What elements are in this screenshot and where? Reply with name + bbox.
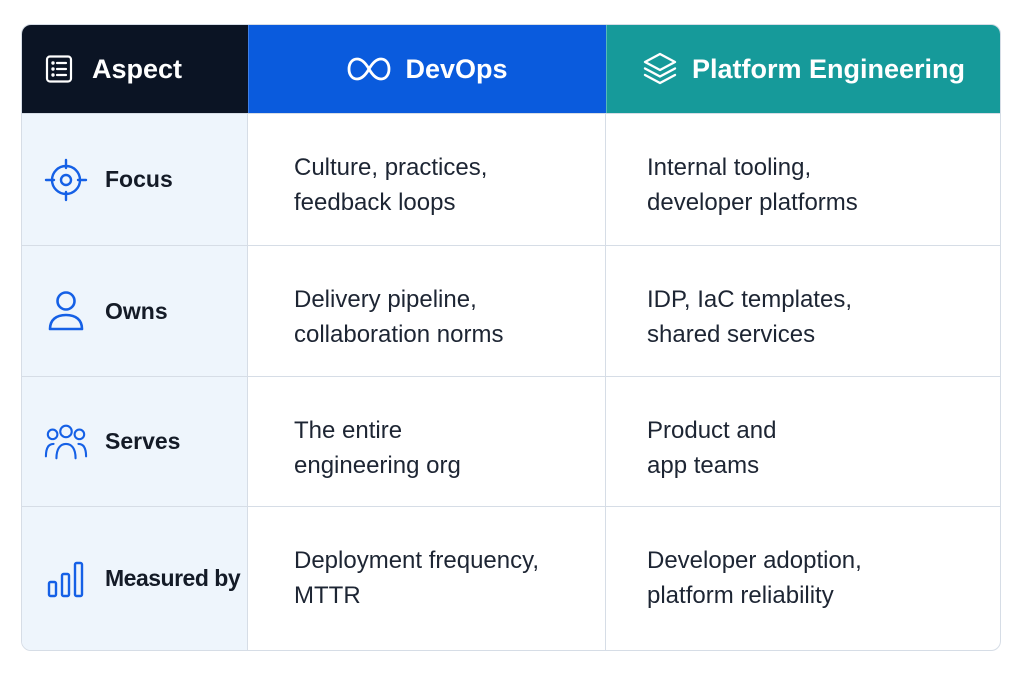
header-platform: Platform Engineering <box>606 25 1000 113</box>
row-label-text: Owns <box>105 297 168 324</box>
cell-line: Delivery pipeline, <box>294 286 477 313</box>
cell-line: engineering org <box>294 452 461 479</box>
devops-owns-cell: Delivery pipeline, collaboration norms <box>248 245 606 376</box>
cell-line: collaboration norms <box>294 321 504 348</box>
row-label-text: Focus <box>105 166 173 192</box>
row-label-owns: Owns <box>22 245 248 376</box>
infinity-icon <box>347 56 391 82</box>
cell-line: platform reliability <box>647 582 834 609</box>
bar-chart-icon <box>44 558 88 600</box>
row-label-focus: Focus <box>22 113 248 245</box>
cell-line: Culture, practices, <box>294 154 488 181</box>
platform-measured-cell: Developer adoption, platform reliability <box>606 506 1000 650</box>
cell-line: Developer adoption, <box>647 547 862 574</box>
cell-line: Deployment frequency, <box>294 547 540 574</box>
row-label-text: Serves <box>105 428 181 454</box>
layers-icon <box>642 51 678 87</box>
users-icon <box>44 422 88 462</box>
header-devops: DevOps <box>248 25 606 113</box>
row-label-serves: Serves <box>22 376 248 506</box>
user-icon <box>44 289 88 333</box>
platform-focus-cell: Internal tooling, developer platforms <box>606 113 1000 245</box>
row-label-measured-by: Measured by <box>22 506 248 650</box>
cell-line: Internal tooling, <box>647 154 812 181</box>
cell-line: shared services <box>647 321 816 348</box>
devops-focus-cell: Culture, practices, feedback loops <box>248 113 606 245</box>
devops-serves-cell: The entire engineering org <box>248 376 606 506</box>
cell-line: feedback loops <box>294 189 456 216</box>
row-label-text: Measured by <box>105 565 241 591</box>
target-icon <box>44 158 88 202</box>
list-icon <box>44 54 74 84</box>
header-platform-label: Platform Engineering <box>691 53 966 84</box>
cell-line: IDP, IaC templates, <box>647 286 852 313</box>
cell-line: app teams <box>647 452 760 479</box>
comparison-table: Aspect DevOps Platform Engineering Focus… <box>21 24 1001 651</box>
cell-line: MTTR <box>294 582 361 609</box>
header-aspect: Aspect <box>22 25 248 113</box>
cell-line: The entire <box>294 417 403 444</box>
platform-serves-cell: Product and app teams <box>606 376 1000 506</box>
devops-measured-cell: Deployment frequency, MTTR <box>248 506 606 650</box>
platform-owns-cell: IDP, IaC templates, shared services <box>606 245 1000 376</box>
cell-line: developer platforms <box>647 189 858 216</box>
header-aspect-label: Aspect <box>92 53 183 84</box>
cell-line: Product and <box>647 417 777 444</box>
header-devops-label: DevOps <box>405 53 508 84</box>
